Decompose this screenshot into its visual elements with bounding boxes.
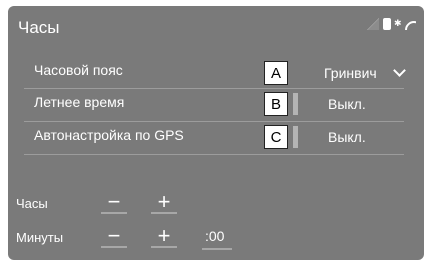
- callout-a: A: [264, 61, 288, 85]
- timezone-label: Часовой пояс: [34, 62, 123, 78]
- phone-icon: [383, 18, 391, 30]
- daylight-saving-label: Летнее время: [34, 94, 125, 110]
- no-signal-icon: [367, 18, 379, 30]
- toggle-indicator: [293, 93, 298, 115]
- settings-panel: Часы Часовой пояс A Гринвич Летнее время…: [8, 6, 424, 260]
- hours-label: Часы: [16, 196, 48, 211]
- reset-seconds-button[interactable]: :00: [205, 228, 224, 244]
- row-divider: [24, 121, 404, 122]
- page-title: Часы: [18, 18, 60, 37]
- row-divider: [24, 154, 404, 155]
- minutes-minus-button[interactable]: −: [101, 225, 127, 248]
- minutes-plus-button[interactable]: +: [151, 225, 177, 248]
- timezone-value[interactable]: Гринвич: [324, 65, 377, 81]
- hours-minus-button[interactable]: −: [101, 191, 127, 214]
- daylight-saving-value[interactable]: Выкл.: [328, 96, 366, 112]
- gps-auto-value[interactable]: Выкл.: [328, 129, 366, 145]
- toggle-indicator: [293, 126, 298, 148]
- clock-settings-screen: Часы Часовой пояс A Гринвич Летнее время…: [0, 0, 428, 262]
- row-divider: [24, 88, 404, 89]
- hours-plus-button[interactable]: +: [151, 191, 177, 214]
- minutes-label: Минуты: [16, 230, 64, 245]
- callout-b: B: [264, 92, 288, 116]
- callout-c: C: [264, 125, 288, 149]
- gps-auto-label: Автонастройка по GPS: [34, 127, 184, 143]
- wifi-icon: [405, 19, 416, 30]
- reset-seconds-underline: [202, 248, 232, 250]
- status-bar: [367, 18, 416, 30]
- bluetooth-icon: [394, 18, 402, 30]
